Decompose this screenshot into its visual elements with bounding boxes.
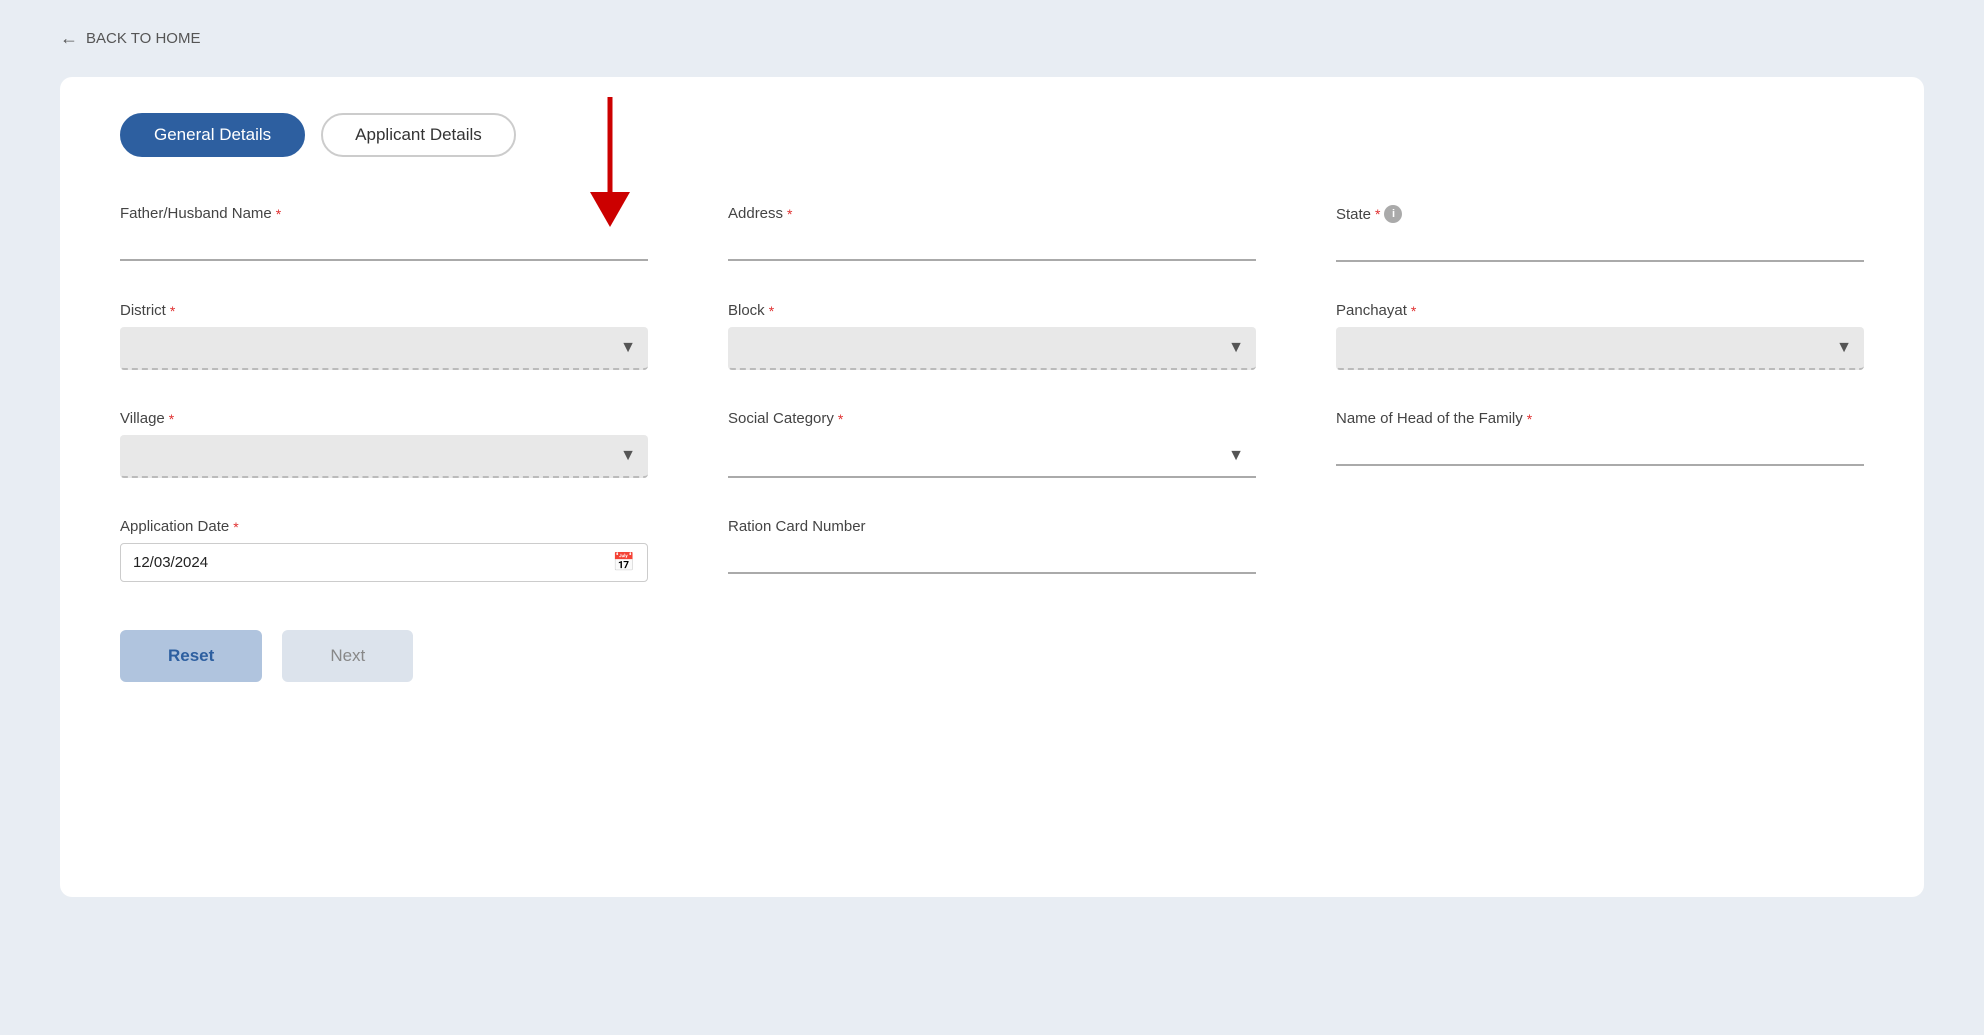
field-district: District * ▼ [120,302,648,370]
reset-button[interactable]: Reset [120,630,262,682]
back-arrow-icon: ← [60,28,78,49]
required-star-village: * [169,411,174,427]
label-ration-card-number: Ration Card Number [728,518,1256,535]
field-application-date: Application Date * 📅 [120,518,648,582]
select-district[interactable] [120,327,648,368]
label-panchayat: Panchayat * [1336,302,1864,319]
select-block[interactable] [728,327,1256,368]
select-village[interactable] [120,435,648,476]
input-ration-card-number[interactable] [728,543,1256,574]
tab-applicant-details[interactable]: Applicant Details [321,113,516,157]
field-empty-placeholder [1336,518,1864,582]
panchayat-select-wrapper: ▼ [1336,327,1864,370]
required-star-district: * [170,303,175,319]
field-village: Village * ▼ [120,410,648,478]
required-star-address: * [787,206,792,222]
village-select-wrapper: ▼ [120,435,648,478]
input-name-of-head[interactable] [1336,435,1864,466]
date-field-wrapper: 📅 [120,543,648,582]
field-panchayat: Panchayat * ▼ [1336,302,1864,370]
label-district: District * [120,302,648,319]
field-social-category: Social Category * ▼ [728,410,1256,478]
field-ration-card-number: Ration Card Number [728,518,1256,582]
label-application-date: Application Date * [120,518,648,535]
required-star-application-date: * [233,519,238,535]
required-star-social-category: * [838,411,843,427]
label-state: State * i [1336,205,1864,223]
field-state: State * i [1336,205,1864,262]
required-star-block: * [769,303,774,319]
label-village: Village * [120,410,648,427]
social-category-select-wrapper: ▼ [728,435,1256,478]
field-address: Address * [728,205,1256,262]
label-social-category: Social Category * [728,410,1256,427]
input-address[interactable] [728,230,1256,261]
label-block: Block * [728,302,1256,319]
field-block: Block * ▼ [728,302,1256,370]
label-father-husband-name: Father/Husband Name * [120,205,648,222]
tabs-row: General Details Applicant Details [120,113,1864,157]
required-star-panchayat: * [1411,303,1416,319]
select-panchayat[interactable] [1336,327,1864,368]
select-social-category[interactable] [728,435,1256,476]
info-icon-state[interactable]: i [1384,205,1402,223]
required-star-name-of-head: * [1527,411,1532,427]
buttons-row: Reset Next [120,630,1864,682]
next-button[interactable]: Next [282,630,413,682]
tab-general-details[interactable]: General Details [120,113,305,157]
district-select-wrapper: ▼ [120,327,648,370]
required-star-father: * [276,206,281,222]
back-to-home-link[interactable]: ← BACK TO HOME [0,0,1984,77]
block-select-wrapper: ▼ [728,327,1256,370]
back-to-home-label: BACK TO HOME [86,30,200,47]
required-star-state: * [1375,206,1380,222]
field-father-husband-name: Father/Husband Name * [120,205,648,262]
main-card: General Details Applicant Details Father… [60,77,1924,897]
input-state[interactable] [1336,231,1864,262]
field-name-of-head: Name of Head of the Family * [1336,410,1864,478]
input-father-husband-name[interactable] [120,230,648,261]
label-name-of-head: Name of Head of the Family * [1336,410,1864,427]
calendar-icon[interactable]: 📅 [613,552,635,573]
form-grid: Father/Husband Name * Address * State * … [120,205,1864,582]
label-address: Address * [728,205,1256,222]
input-application-date[interactable] [133,554,613,571]
